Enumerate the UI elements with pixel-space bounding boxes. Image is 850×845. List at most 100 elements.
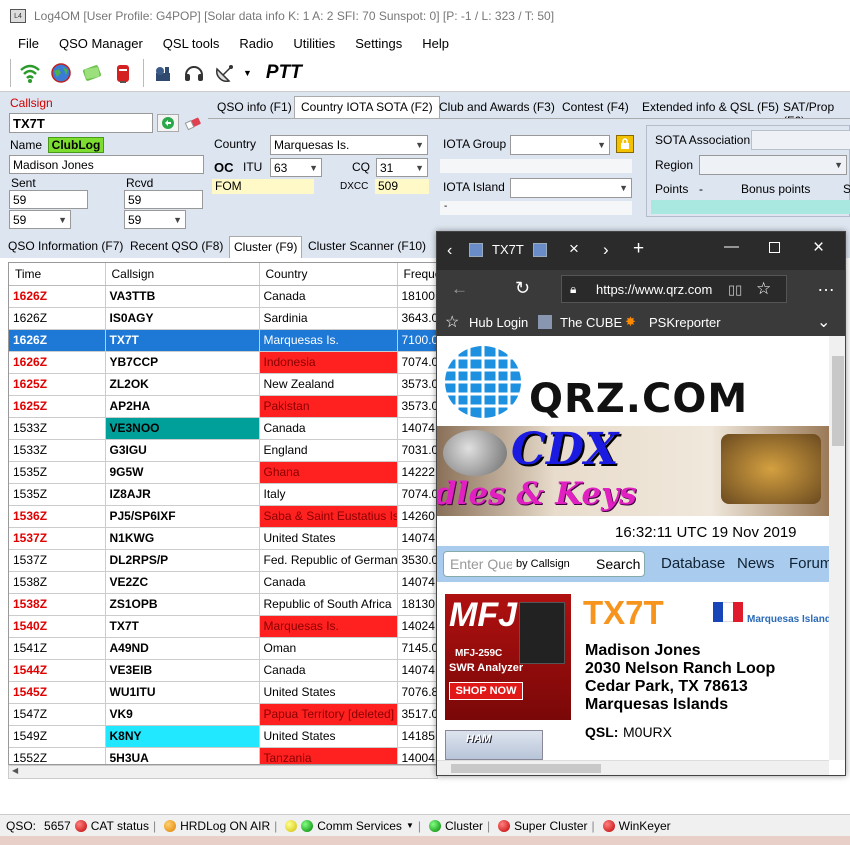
- scroll-left-icon[interactable]: ◀: [12, 766, 18, 775]
- mailbox-icon[interactable]: [110, 60, 136, 86]
- browser-tab-title[interactable]: TX7T: [492, 242, 524, 257]
- new-tab-icon[interactable]: +: [633, 238, 644, 260]
- menu-file[interactable]: File: [8, 36, 49, 51]
- table-row[interactable]: 1538Z ZS1OPB Republic of South Africa 18130…: [9, 593, 437, 616]
- favorites-chevron-icon[interactable]: ⌄: [817, 312, 830, 332]
- callsign-input[interactable]: TX7T: [9, 113, 153, 133]
- menu-qsl-tools[interactable]: QSL tools: [153, 36, 230, 51]
- table-row[interactable]: 1625Z ZL2OK New Zealand 3573.0: [9, 373, 437, 396]
- status-hrdlog[interactable]: HRDLog ON AIR: [180, 819, 270, 833]
- col-header-country[interactable]: Country: [259, 263, 398, 286]
- table-row[interactable]: 1541Z A49ND Oman 7145.0: [9, 637, 437, 660]
- headset-icon[interactable]: [181, 60, 207, 86]
- fav-pskreporter[interactable]: PSKreporter: [649, 315, 721, 330]
- tab-qso-info[interactable]: QSO info (F1): [210, 96, 299, 118]
- table-row[interactable]: 1537Z DL2RPS/P Fed. Republic of Germany 353…: [9, 549, 437, 572]
- minimize-icon[interactable]: —: [724, 238, 739, 255]
- fav-hub-login[interactable]: Hub Login: [469, 315, 528, 330]
- globe-satellite-icon[interactable]: [48, 60, 74, 86]
- tab-sat-prop[interactable]: SAT/Prop (F6): [776, 96, 850, 128]
- clublog-badge[interactable]: ClubLog: [48, 137, 104, 153]
- country-select[interactable]: Marquesas Is. ▼: [270, 135, 428, 155]
- table-row[interactable]: 1545Z WU1ITU United States 7076.8: [9, 681, 437, 704]
- tab-contest[interactable]: Contest (F4): [555, 96, 636, 118]
- table-row[interactable]: 1626Z IS0AGY Sardinia 3643.0: [9, 307, 437, 330]
- status-super-cluster[interactable]: Super Cluster: [514, 819, 587, 833]
- iota-island-select[interactable]: ▼: [510, 178, 632, 198]
- rst-rcvd-select[interactable]: 59 ▼: [124, 210, 186, 229]
- tab-cluster-scanner[interactable]: Cluster Scanner (F10): [304, 236, 430, 258]
- maximize-icon[interactable]: [769, 242, 780, 253]
- hscroll-thumb[interactable]: [451, 764, 601, 773]
- dxcc-field[interactable]: 509: [375, 179, 429, 194]
- cq-select[interactable]: 31 ▼: [376, 158, 428, 177]
- table-row[interactable]: 1535Z IZ8AJR Italy 7074.0: [9, 483, 437, 506]
- tab-club-awards[interactable]: Club and Awards (F3): [432, 96, 562, 118]
- more-menu-icon[interactable]: …: [817, 275, 835, 296]
- table-row-selected[interactable]: 1626Z TX7T Marquesas Is. 7100.0: [9, 329, 437, 352]
- back-icon[interactable]: ←: [451, 279, 468, 299]
- ptt-button[interactable]: PTT: [266, 62, 302, 84]
- menu-utilities[interactable]: Utilities: [283, 36, 345, 51]
- qrz-nav-forum[interactable]: Forum: [789, 555, 829, 572]
- name-input[interactable]: Madison Jones: [9, 155, 204, 174]
- tab-country-iota-sota[interactable]: Country IOTA SOTA (F2): [294, 96, 440, 118]
- fav-the-cube[interactable]: The CUBE: [560, 315, 622, 330]
- col-header-time[interactable]: Time: [9, 263, 106, 286]
- table-row[interactable]: 1544ZVE3EIBCanada14074.0: [9, 659, 437, 682]
- url-text[interactable]: https://www.qrz.com: [596, 282, 712, 297]
- qrz-logo[interactable]: QRZ.COM: [529, 376, 748, 422]
- prefix-field[interactable]: FOM: [212, 179, 314, 194]
- comm-services-chevron-icon[interactable]: ▼: [406, 821, 414, 830]
- eraser-button[interactable]: [183, 113, 203, 133]
- iota-lock-button[interactable]: [616, 135, 634, 153]
- qsl-cards-icon[interactable]: [79, 60, 105, 86]
- rst-sent-select[interactable]: 59 ▼: [9, 210, 71, 229]
- table-row[interactable]: 1535Z9G5WGhana14222.0: [9, 461, 437, 484]
- table-row[interactable]: 1537ZN1KWGUnited States14074.0: [9, 527, 437, 550]
- qrz-search-button[interactable]: Search: [596, 556, 640, 572]
- status-cluster[interactable]: Cluster: [445, 819, 483, 833]
- col-header-frequency[interactable]: Freque: [397, 263, 437, 286]
- menu-help[interactable]: Help: [412, 36, 459, 51]
- menu-radio[interactable]: Radio: [229, 36, 283, 51]
- table-row[interactable]: 1626Z YB7CCP Indonesia 7074.0: [9, 351, 437, 374]
- table-row[interactable]: 1533Z G3IGU England 7031.0: [9, 439, 437, 462]
- table-row[interactable]: 1625Z AP2HA Pakistan 3573.0: [9, 395, 437, 418]
- browser-horizontal-scrollbar[interactable]: [437, 760, 829, 775]
- browser-vertical-scrollbar[interactable]: [829, 336, 845, 760]
- tab-qso-information[interactable]: QSO Information (F7): [4, 236, 127, 258]
- table-row[interactable]: 1538ZVE2ZCCanada14074.0: [9, 571, 437, 594]
- tab-scroll-left-icon[interactable]: ‹: [447, 242, 452, 260]
- itu-select[interactable]: 63 ▼: [270, 158, 322, 177]
- table-row[interactable]: 1547Z VK9 Papua Territory [deleted] 3517.0: [9, 703, 437, 726]
- rst-rcvd-input[interactable]: 59: [124, 190, 203, 209]
- qrz-search-input[interactable]: Enter Que: [450, 556, 512, 572]
- scroll-thumb[interactable]: [832, 356, 844, 446]
- table-row[interactable]: 1540ZTX7TMarquesas Is.14024.0: [9, 615, 437, 638]
- sota-region-select[interactable]: ▼: [699, 155, 847, 175]
- dish-dropdown-chevron-icon[interactable]: ▼: [243, 68, 252, 78]
- favorite-star-icon[interactable]: ☆: [756, 279, 771, 299]
- table-row[interactable]: 1533ZVE3NOOCanada14074.0: [9, 417, 437, 440]
- table-row[interactable]: 1626ZVA3TTBCanada18100.0: [9, 285, 437, 308]
- tab-cluster[interactable]: Cluster (F9): [229, 236, 303, 258]
- status-cat[interactable]: CAT status: [91, 819, 149, 833]
- mfj-shop-now-button[interactable]: SHOP NOW: [449, 682, 523, 700]
- menu-qso-manager[interactable]: QSO Manager: [49, 36, 153, 51]
- qrz-search-mode-select[interactable]: by Callsign: [516, 558, 570, 570]
- tab-recent-qso[interactable]: Recent QSO (F8): [126, 236, 227, 258]
- table-row[interactable]: 1549ZK8NYUnited States14185.0: [9, 725, 437, 748]
- status-winkeyer[interactable]: WinKeyer: [619, 819, 671, 833]
- rst-sent-input[interactable]: 59: [9, 190, 88, 209]
- satellite-dish-icon[interactable]: [212, 60, 238, 86]
- rotator-icon[interactable]: [150, 60, 176, 86]
- status-comm-services[interactable]: Comm Services: [317, 819, 402, 833]
- ham-radio-ad[interactable]: HAM: [445, 730, 543, 760]
- qrz-nav-news[interactable]: News: [737, 555, 775, 572]
- table-row[interactable]: 1552Z5H3UATanzania14004.0: [9, 747, 437, 764]
- menu-settings[interactable]: Settings: [345, 36, 412, 51]
- lookup-button[interactable]: [157, 114, 179, 132]
- cdx-banner[interactable]: CDX dles & Keys: [437, 426, 829, 516]
- table-row[interactable]: 1536Z PJ5/SP6IXF Saba & Saint Eustatius Is…: [9, 505, 437, 528]
